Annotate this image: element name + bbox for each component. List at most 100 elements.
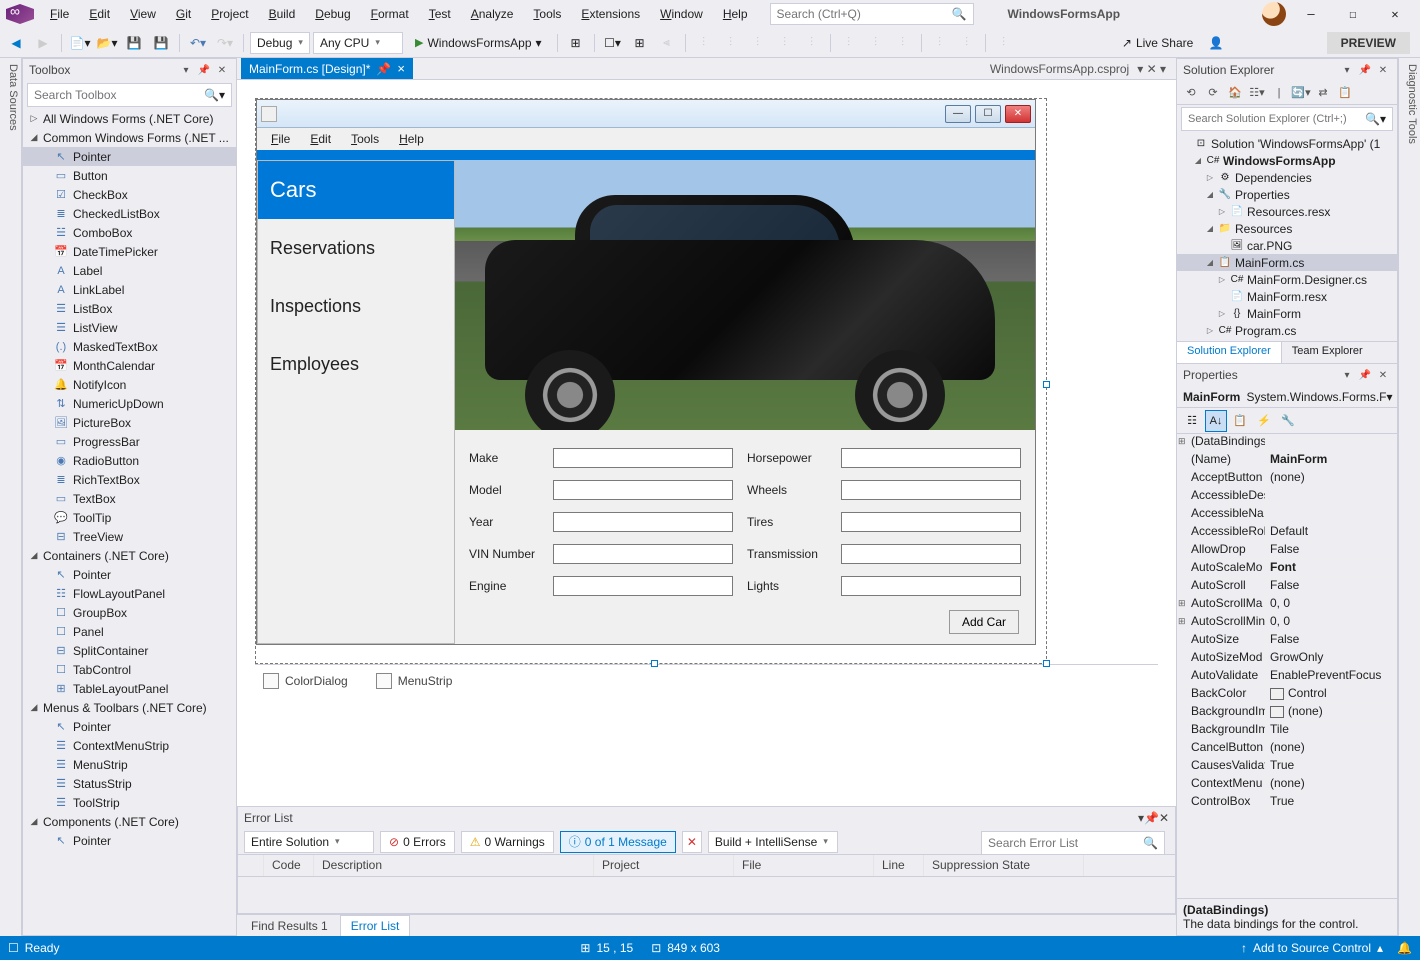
- undo-button[interactable]: ↶▾: [186, 31, 210, 55]
- form-menu-help[interactable]: Help: [389, 130, 434, 148]
- property-row[interactable]: ContextMenu(none): [1177, 776, 1397, 794]
- toolbox-item-pointer[interactable]: ↖Pointer: [23, 565, 236, 584]
- form-menu-file[interactable]: File: [261, 130, 300, 148]
- order-button-1[interactable]: ⫶: [928, 31, 952, 55]
- tab-solution-explorer[interactable]: Solution Explorer: [1177, 342, 1282, 363]
- toolbox-search-input[interactable]: [34, 88, 204, 102]
- se-node[interactable]: ◢🔧Properties: [1177, 186, 1397, 203]
- toolbox-item-pointer[interactable]: ↖Pointer: [23, 831, 236, 850]
- tray-item-menustrip[interactable]: MenuStrip: [376, 673, 453, 689]
- menu-git[interactable]: Git: [166, 3, 201, 25]
- toolbox-item-richtextbox[interactable]: ≣RichTextBox: [23, 470, 236, 489]
- toolbox-item-linklabel[interactable]: ALinkLabel: [23, 280, 236, 299]
- minimize-icon[interactable]: —: [1294, 3, 1328, 25]
- scope-combo[interactable]: Entire Solution▾: [244, 831, 374, 853]
- search-input[interactable]: [777, 7, 952, 21]
- align-button-2[interactable]: ⫶: [719, 31, 743, 55]
- close-panel-icon[interactable]: ✕: [1375, 367, 1391, 383]
- events-icon[interactable]: ⚡: [1253, 410, 1275, 432]
- menu-project[interactable]: Project: [201, 3, 258, 25]
- property-row[interactable]: AutoSizeModGrowOnly: [1177, 650, 1397, 668]
- property-row[interactable]: BackColorControl: [1177, 686, 1397, 704]
- menu-format[interactable]: Format: [361, 3, 419, 25]
- se-node[interactable]: ◢C#WindowsFormsApp: [1177, 152, 1397, 169]
- errors-filter[interactable]: ⊘0 Errors: [380, 831, 455, 853]
- align-button-1[interactable]: ⫶: [692, 31, 716, 55]
- property-row[interactable]: AccessibleRolDefault: [1177, 524, 1397, 542]
- menu-extensions[interactable]: Extensions: [571, 3, 650, 25]
- nav-reservations[interactable]: Reservations: [258, 219, 454, 277]
- panel-dropdown-icon[interactable]: ▾: [1339, 62, 1355, 78]
- order-button-2[interactable]: ⫶: [955, 31, 979, 55]
- se-properties-icon[interactable]: 📋: [1337, 85, 1353, 101]
- configuration-combo[interactable]: Debug▾: [250, 32, 310, 54]
- field-input[interactable]: [553, 576, 733, 596]
- notifications-icon[interactable]: 🔔: [1397, 941, 1412, 955]
- document-tab[interactable]: MainForm.cs [Design]* 📌 ×: [241, 58, 413, 79]
- tab-team-explorer[interactable]: Team Explorer: [1282, 342, 1373, 363]
- messages-filter[interactable]: ⓘ0 of 1 Message: [560, 831, 676, 853]
- error-col[interactable]: Description: [314, 855, 594, 876]
- toolbox-item-textbox[interactable]: ▭TextBox: [23, 489, 236, 508]
- warnings-filter[interactable]: ⚠0 Warnings: [461, 831, 554, 853]
- toolbar-btn-a[interactable]: ⊞: [564, 31, 588, 55]
- form-menu-tools[interactable]: Tools: [341, 130, 389, 148]
- menu-view[interactable]: View: [120, 3, 166, 25]
- spacing-button-2[interactable]: ⫶: [864, 31, 888, 55]
- panel-dropdown-icon[interactable]: ▾: [178, 62, 194, 78]
- toolbox-item-contextmenustrip[interactable]: ☰ContextMenuStrip: [23, 736, 236, 755]
- open-button[interactable]: 📂▾: [95, 31, 119, 55]
- toolbox-search[interactable]: 🔍▾: [27, 83, 232, 107]
- property-row[interactable]: CancelButton(none): [1177, 740, 1397, 758]
- bottom-tab[interactable]: Error List: [340, 915, 411, 936]
- menu-help[interactable]: Help: [713, 3, 758, 25]
- feedback-button[interactable]: 👤: [1204, 31, 1228, 55]
- pin-icon[interactable]: 📌: [1357, 62, 1373, 78]
- align-button-3[interactable]: ⫶: [746, 31, 770, 55]
- property-row[interactable]: CausesValidatTrue: [1177, 758, 1397, 776]
- align-button-5[interactable]: ⫶: [800, 31, 824, 55]
- menu-window[interactable]: Window: [650, 3, 713, 25]
- toolbox-item-radiobutton[interactable]: ◉RadioButton: [23, 451, 236, 470]
- toolbox-item-button[interactable]: ▭Button: [23, 166, 236, 185]
- toolbox-item-listbox[interactable]: ☰ListBox: [23, 299, 236, 318]
- se-node[interactable]: ▷📄Resources.resx: [1177, 203, 1397, 220]
- new-project-button[interactable]: 📄▾: [68, 31, 92, 55]
- diagnostic-tools-tab[interactable]: Diagnostic Tools: [1398, 58, 1420, 936]
- tab-dropdown-icon[interactable]: ▾ ✕ ▾: [1137, 62, 1166, 76]
- solution-search[interactable]: 🔍▾: [1181, 107, 1393, 131]
- toolbox-item-numericupdown[interactable]: ⇅NumericUpDown: [23, 394, 236, 413]
- toolbox-item-groupbox[interactable]: ☐GroupBox: [23, 603, 236, 622]
- props-icon[interactable]: 📋: [1229, 410, 1251, 432]
- spacing-button-1[interactable]: ⫶: [837, 31, 861, 55]
- wrench-icon[interactable]: 🔧: [1277, 410, 1299, 432]
- error-col[interactable]: Line: [874, 855, 924, 876]
- menu-debug[interactable]: Debug: [305, 3, 360, 25]
- property-row[interactable]: BackgroundImTile: [1177, 722, 1397, 740]
- property-row[interactable]: AutoScrollFalse: [1177, 578, 1397, 596]
- se-home-icon[interactable]: ⟲: [1183, 85, 1199, 101]
- toolbox-group[interactable]: ◢Common Windows Forms (.NET ...: [23, 128, 236, 147]
- toolbox-item-picturebox[interactable]: 🖼PictureBox: [23, 413, 236, 432]
- field-input[interactable]: [841, 544, 1021, 564]
- toolbox-group[interactable]: ◢Containers (.NET Core): [23, 546, 236, 565]
- maximize-icon[interactable]: ☐: [1336, 3, 1370, 25]
- toolbox-item-datetimepicker[interactable]: 📅DateTimePicker: [23, 242, 236, 261]
- toolbox-item-maskedtextbox[interactable]: (.)MaskedTextBox: [23, 337, 236, 356]
- toolbox-item-pointer[interactable]: ↖Pointer: [23, 717, 236, 736]
- solution-search-input[interactable]: [1188, 113, 1365, 125]
- save-button[interactable]: 💾: [122, 31, 146, 55]
- toolbox-item-statusstrip[interactable]: ☰StatusStrip: [23, 774, 236, 793]
- field-input[interactable]: [841, 448, 1021, 468]
- close-panel-icon[interactable]: ✕: [1159, 811, 1169, 825]
- se-sync-icon[interactable]: ⟳: [1205, 85, 1221, 101]
- tab-order-button[interactable]: ⫶: [992, 31, 1016, 55]
- source-control-button[interactable]: ↑ Add to Source Control ▴: [1241, 941, 1383, 955]
- alphabetical-icon[interactable]: A↓: [1205, 410, 1227, 432]
- toolbox-item-progressbar[interactable]: ▭ProgressBar: [23, 432, 236, 451]
- nav-inspections[interactable]: Inspections: [258, 277, 454, 335]
- toolbar-btn-b[interactable]: ☐▾: [601, 31, 625, 55]
- se-node[interactable]: ◢📋MainForm.cs: [1177, 254, 1397, 271]
- se-node[interactable]: ◢📁Resources: [1177, 220, 1397, 237]
- property-row[interactable]: AutoScrollMin0, 0: [1177, 614, 1397, 632]
